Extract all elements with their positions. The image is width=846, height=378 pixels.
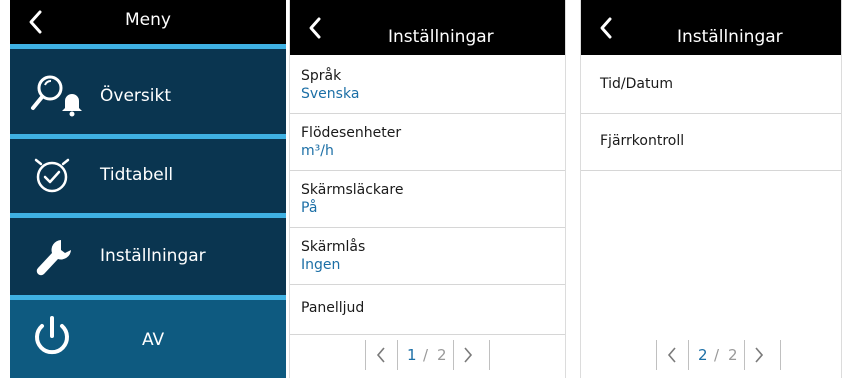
pager-divider [744, 340, 745, 370]
pager-current-page: 2 [698, 346, 708, 364]
clock-check-icon [34, 158, 70, 193]
settings-row-time-date[interactable]: Tid/Datum [581, 58, 841, 114]
pager-divider [397, 340, 398, 370]
wrench-icon [36, 240, 71, 276]
setting-label: Panelljud [301, 300, 365, 316]
pagination: 1 / 2 [365, 337, 495, 373]
overview-alarm-icon [31, 75, 82, 117]
pager-current-page: 1 [407, 346, 417, 364]
back-arrow-icon[interactable] [306, 16, 324, 40]
settings-row-language[interactable]: Språk Svenska [290, 58, 565, 114]
setting-label: Skärmlås [301, 239, 366, 255]
pager-total-pages: 2 [437, 346, 447, 364]
chevron-right-icon[interactable] [462, 346, 474, 364]
settings-row-flow-units[interactable]: Flödesenheter m³/h [290, 115, 565, 171]
setting-label: Språk [301, 68, 342, 84]
power-icon [35, 316, 69, 355]
settings-title: Inställningar [388, 27, 494, 47]
pager-total-pages: 2 [728, 346, 738, 364]
menu-item-overview[interactable]: Översikt [10, 56, 286, 134]
settings-title: Inställningar [677, 27, 783, 47]
pagination: 2 / 2 [656, 337, 786, 373]
menu-item-power-off[interactable]: AV [10, 300, 286, 378]
main-menu-panel: Meny Översikt Tidtabell Inställningar AV [10, 0, 286, 378]
settings-row-remote-control[interactable]: Fjärrkontroll [581, 115, 841, 171]
setting-value: m³/h [301, 143, 334, 159]
pager-divider [656, 340, 657, 370]
setting-label: Skärmsläckare [301, 182, 404, 198]
menu-header: Meny [10, 0, 286, 44]
back-arrow-icon[interactable] [597, 16, 615, 40]
setting-label: Fjärrkontroll [600, 133, 685, 149]
menu-title: Meny [125, 10, 171, 30]
menu-item-label: Tidtabell [100, 165, 174, 185]
pager-divider [365, 340, 366, 370]
menu-item-label: Översikt [100, 86, 171, 106]
settings-row-panel-sound[interactable]: Panelljud [290, 282, 565, 335]
pager-divider [489, 340, 490, 370]
menu-item-schedule[interactable]: Tidtabell [10, 139, 286, 217]
setting-label: Tid/Datum [600, 76, 673, 92]
pager-divider [453, 340, 454, 370]
settings-header: Inställningar [581, 0, 841, 55]
settings-panel-page-2: Inställningar Tid/Datum Fjärrkontroll 2 … [580, 0, 842, 378]
menu-item-settings[interactable]: Inställningar [10, 218, 286, 296]
setting-value: Ingen [301, 257, 341, 273]
chevron-left-icon[interactable] [375, 346, 387, 364]
settings-row-screensaver[interactable]: Skärmsläckare På [290, 172, 565, 228]
chevron-left-icon[interactable] [666, 346, 678, 364]
pager-separator: / [423, 346, 429, 364]
settings-panel-page-1: Inställningar Språk Svenska Flödesenhete… [289, 0, 566, 378]
settings-header: Inställningar [290, 0, 565, 55]
menu-separator [10, 44, 286, 49]
setting-value: På [301, 200, 318, 216]
pager-divider [688, 340, 689, 370]
pager-divider [780, 340, 781, 370]
setting-value: Svenska [301, 86, 360, 102]
chevron-right-icon[interactable] [753, 346, 765, 364]
menu-item-label: AV [142, 330, 165, 350]
pager-separator: / [714, 346, 720, 364]
menu-item-label: Inställningar [100, 246, 206, 266]
settings-row-screen-lock[interactable]: Skärmlås Ingen [290, 229, 565, 285]
setting-label: Flödesenheter [301, 125, 402, 141]
